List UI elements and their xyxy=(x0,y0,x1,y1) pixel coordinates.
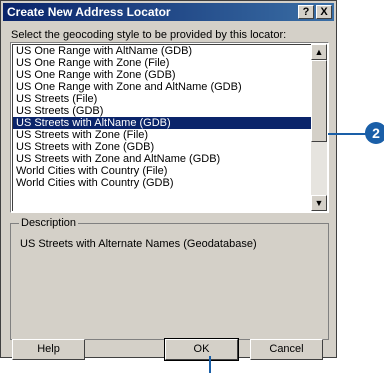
scroll-up-icon[interactable]: ▲ xyxy=(311,44,327,60)
list-item[interactable]: US One Range with AltName (GDB) xyxy=(13,45,311,57)
close-button[interactable]: X xyxy=(316,5,332,19)
description-groupbox: Description US Streets with Alternate Na… xyxy=(10,217,329,340)
list-item[interactable]: US Streets (File) xyxy=(13,93,311,105)
create-address-locator-dialog: Create New Address Locator ? X Select th… xyxy=(0,0,337,358)
cancel-button[interactable]: Cancel xyxy=(250,339,323,360)
list-item[interactable]: US Streets with AltName (GDB) xyxy=(13,117,311,129)
scrollbar-thumb[interactable] xyxy=(311,60,327,142)
list-item[interactable]: US One Range with Zone (File) xyxy=(13,57,311,69)
list-item[interactable]: US Streets with Zone (GDB) xyxy=(13,141,311,153)
help-button[interactable]: Help xyxy=(12,339,85,360)
list-item[interactable]: US Streets with Zone (File) xyxy=(13,129,311,141)
list-item[interactable]: US One Range with Zone (GDB) xyxy=(13,69,311,81)
pointer-line xyxy=(209,356,211,373)
title-help-button[interactable]: ? xyxy=(298,5,314,19)
vertical-scrollbar[interactable]: ▲ ▼ xyxy=(311,44,327,211)
listbox-items: US One Range with AltName (GDB) US One Ra… xyxy=(12,44,311,211)
scroll-down-icon[interactable]: ▼ xyxy=(311,195,327,211)
list-item[interactable]: US Streets (GDB) xyxy=(13,105,311,117)
description-text: US Streets with Alternate Names (Geodata… xyxy=(20,238,257,250)
window-title: Create New Address Locator xyxy=(7,5,171,19)
ok-button[interactable]: OK xyxy=(164,338,239,361)
title-bar: Create New Address Locator ? X xyxy=(3,3,334,21)
list-item[interactable]: World Cities with Country (File) xyxy=(13,165,311,177)
list-item[interactable]: US Streets with Zone and AltName (GDB) xyxy=(13,153,311,165)
step-callout-badge: 2 xyxy=(365,122,384,144)
style-prompt-label: Select the geocoding style to be provide… xyxy=(11,29,287,41)
geocoding-style-listbox[interactable]: US One Range with AltName (GDB) US One Ra… xyxy=(10,42,329,213)
list-item[interactable]: World Cities with Country (GDB) xyxy=(13,177,311,189)
description-legend: Description xyxy=(19,217,79,229)
list-item[interactable]: US One Range with Zone and AltName (GDB) xyxy=(13,81,311,93)
